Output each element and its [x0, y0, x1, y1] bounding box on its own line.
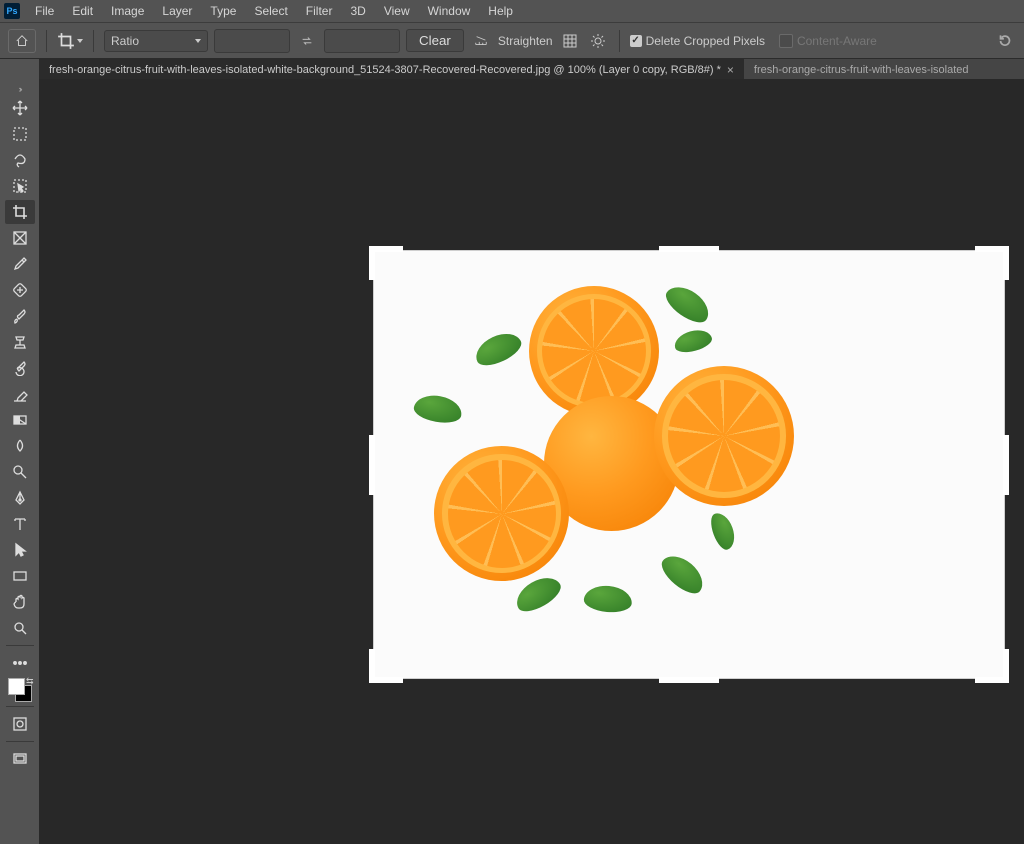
healing-brush-tool[interactable] [5, 278, 35, 302]
options-bar: Ratio Clear Straighten ✓ Delete Cropped … [0, 23, 1024, 59]
eyedropper-tool[interactable] [5, 252, 35, 276]
menu-edit[interactable]: Edit [63, 2, 102, 20]
blur-tool[interactable] [5, 434, 35, 458]
home-button[interactable] [8, 29, 36, 53]
canvas-area[interactable] [39, 79, 1024, 844]
dodge-tool[interactable] [5, 460, 35, 484]
menu-bar: Ps File Edit Image Layer Type Select Fil… [0, 0, 1024, 23]
crop-settings-icon[interactable] [587, 30, 609, 52]
chevron-down-icon [195, 39, 201, 43]
delete-cropped-checkbox[interactable]: ✓ Delete Cropped Pixels [630, 34, 765, 48]
menu-layer[interactable]: Layer [153, 2, 201, 20]
aspect-ratio-select[interactable]: Ratio [104, 30, 208, 52]
document-tab-inactive[interactable]: fresh-orange-citrus-fruit-with-leaves-is… [744, 59, 1024, 81]
checkbox-checked-icon: ✓ [630, 35, 642, 47]
menu-type[interactable]: Type [201, 2, 245, 20]
aspect-ratio-label: Ratio [111, 34, 139, 48]
crop-frame[interactable] [374, 251, 1004, 678]
app-logo-icon: Ps [4, 3, 20, 19]
content-aware-checkbox[interactable]: ✓ Content-Aware [779, 34, 877, 48]
frame-tool[interactable] [5, 226, 35, 250]
type-tool[interactable] [5, 512, 35, 536]
crop-handle-bottom[interactable] [659, 677, 719, 683]
object-select-tool[interactable] [5, 174, 35, 198]
brush-tool[interactable] [5, 304, 35, 328]
gradient-tool[interactable] [5, 408, 35, 432]
crop-tool-icon[interactable] [57, 30, 83, 52]
document-tab-title: fresh-orange-citrus-fruit-with-leaves-is… [49, 64, 721, 76]
close-tab-icon[interactable]: × [727, 63, 734, 77]
collapse-toolbar-icon[interactable]: ›› [0, 83, 39, 95]
chevron-down-icon [77, 39, 83, 43]
straighten-label[interactable]: Straighten [498, 34, 553, 48]
menu-image[interactable]: Image [102, 2, 153, 20]
menu-window[interactable]: Window [419, 2, 480, 20]
path-select-tool[interactable] [5, 538, 35, 562]
pen-tool[interactable] [5, 486, 35, 510]
clear-button[interactable]: Clear [406, 29, 464, 52]
crop-height-input[interactable] [324, 29, 400, 53]
crop-handle-bottom-right[interactable] [975, 649, 1009, 683]
quick-mask-button[interactable] [5, 712, 35, 736]
divider [6, 741, 34, 742]
crop-handle-bottom-left[interactable] [369, 649, 403, 683]
delete-cropped-label: Delete Cropped Pixels [646, 34, 765, 48]
crop-tool[interactable] [5, 200, 35, 224]
menu-view[interactable]: View [375, 2, 419, 20]
crop-handle-top-left[interactable] [369, 246, 403, 280]
menu-filter[interactable]: Filter [297, 2, 342, 20]
hand-tool[interactable] [5, 590, 35, 614]
crop-handle-right[interactable] [1003, 435, 1009, 495]
foreground-color-swatch[interactable] [8, 678, 25, 695]
marquee-tool[interactable] [5, 122, 35, 146]
content-aware-label: Content-Aware [797, 34, 877, 48]
rectangle-tool[interactable] [5, 564, 35, 588]
menu-3d[interactable]: 3D [341, 2, 374, 20]
swap-dimensions-button[interactable] [296, 30, 318, 52]
tools-panel: ›› ⇆ [0, 79, 40, 844]
menu-file[interactable]: File [26, 2, 63, 20]
separator [619, 30, 620, 52]
lasso-tool[interactable] [5, 148, 35, 172]
separator [93, 30, 94, 52]
crop-handle-top[interactable] [659, 246, 719, 252]
eraser-tool[interactable] [5, 382, 35, 406]
history-brush-tool[interactable] [5, 356, 35, 380]
menu-select[interactable]: Select [245, 2, 296, 20]
overlay-options-icon[interactable] [559, 30, 581, 52]
color-swatches[interactable]: ⇆ [8, 678, 32, 702]
clone-stamp-tool[interactable] [5, 330, 35, 354]
checkbox-unchecked-icon: ✓ [779, 34, 793, 48]
document-tab-title: fresh-orange-citrus-fruit-with-leaves-is… [754, 64, 969, 76]
divider [6, 706, 34, 707]
crop-bounding-box[interactable] [374, 251, 1004, 678]
crop-handle-top-right[interactable] [975, 246, 1009, 280]
zoom-tool[interactable] [5, 616, 35, 640]
crop-width-input[interactable] [214, 29, 290, 53]
screen-mode-button[interactable] [5, 747, 35, 771]
straighten-icon[interactable] [470, 30, 492, 52]
document-tab-active[interactable]: fresh-orange-citrus-fruit-with-leaves-is… [39, 59, 744, 81]
reset-crop-icon[interactable] [994, 30, 1016, 52]
move-tool[interactable] [5, 96, 35, 120]
edit-toolbar-button[interactable] [5, 651, 35, 675]
divider [6, 645, 34, 646]
crop-handle-left[interactable] [369, 435, 375, 495]
menu-help[interactable]: Help [479, 2, 522, 20]
separator [46, 30, 47, 52]
